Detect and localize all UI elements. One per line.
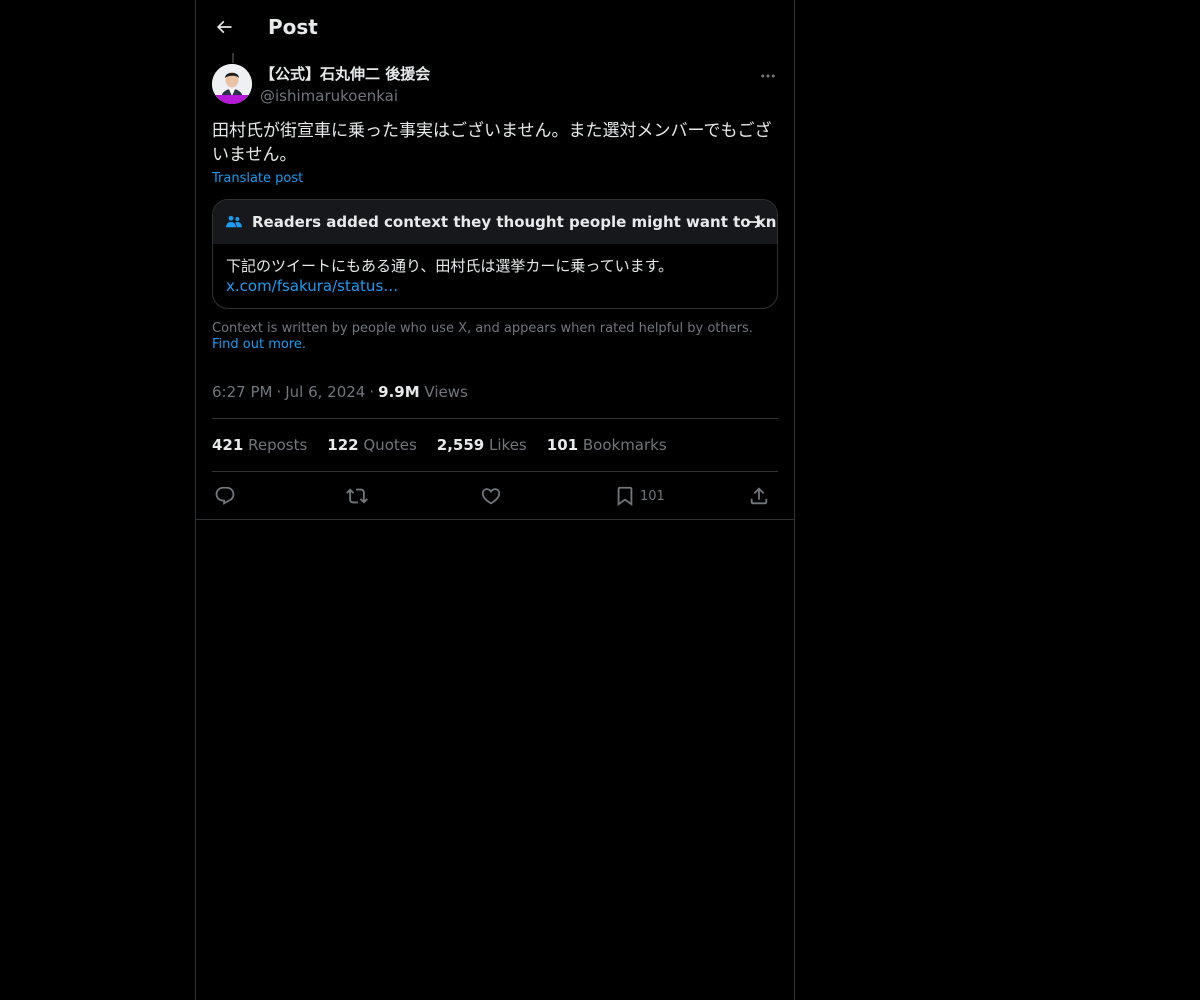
repost-icon xyxy=(346,488,368,504)
bookmark-count: 101 xyxy=(640,488,665,504)
avatar[interactable] xyxy=(212,64,252,104)
more-options-button[interactable] xyxy=(756,64,780,88)
community-note-body: 下記のツイートにもある通り、田村氏は選挙カーに乗っています。 x.com/fsa… xyxy=(226,256,766,296)
stat-reposts[interactable]: 421 Reposts xyxy=(212,435,307,455)
post-meta: 6:27 PM · Jul 6, 2024 · 9.9M Views xyxy=(212,383,468,401)
share-button[interactable] xyxy=(748,484,770,508)
page-title: Post xyxy=(268,15,318,39)
heart-icon xyxy=(481,488,501,505)
reply-button[interactable] xyxy=(214,484,236,508)
community-note-link[interactable]: x.com/fsakura/status… xyxy=(226,276,766,296)
views-label: Views xyxy=(424,383,468,401)
arrow-left-icon xyxy=(216,20,232,34)
community-note-card: Readers added context they thought peopl… xyxy=(212,199,778,309)
arrow-right-icon xyxy=(747,215,763,229)
stat-bookmarks[interactable]: 101 Bookmarks xyxy=(547,435,667,455)
bookmark-icon xyxy=(617,486,633,507)
main-column: Post 【公式】石丸伸二 後援会 @ishimarukoenkai 田村氏が街… xyxy=(195,0,795,1000)
bookmark-button[interactable]: 101 xyxy=(614,484,665,508)
community-note-footnote: Context is written by people who use X, … xyxy=(212,321,778,353)
post-bottom-border xyxy=(196,519,794,520)
top-bar: Post xyxy=(196,0,794,53)
share-icon xyxy=(750,487,768,505)
more-icon xyxy=(761,74,775,78)
like-button[interactable] xyxy=(480,484,502,508)
people-icon xyxy=(226,215,242,228)
stat-quotes[interactable]: 122 Quotes xyxy=(327,435,417,455)
action-bar: 101 xyxy=(212,472,778,520)
thread-connector xyxy=(232,53,234,63)
views-count: 9.9M xyxy=(378,383,420,401)
community-note-text: 下記のツイートにもある通り、田村氏は選挙カーに乗っています。 xyxy=(226,257,674,275)
find-out-more-link[interactable]: Find out more. xyxy=(212,337,306,352)
engagement-stats: 421 Reposts 122 Quotes 2,559 Likes 101 B… xyxy=(212,435,687,455)
back-button[interactable] xyxy=(206,9,242,45)
community-note-header[interactable]: Readers added context they thought peopl… xyxy=(213,200,777,244)
post-date[interactable]: Jul 6, 2024 xyxy=(285,383,365,401)
translate-post-link[interactable]: Translate post xyxy=(212,171,303,187)
author-display-name[interactable]: 【公式】石丸伸二 後援会 xyxy=(260,64,430,84)
author-handle[interactable]: @ishimarukoenkai xyxy=(260,86,398,106)
post-time[interactable]: 6:27 PM xyxy=(212,383,272,401)
divider xyxy=(212,418,778,419)
post-text: 田村氏が街宣車に乗った事実はございません。また選対メンバーでもございません。 xyxy=(212,121,772,165)
footnote-text: Context is written by people who use X, … xyxy=(212,321,753,336)
repost-button[interactable] xyxy=(346,484,368,508)
reply-icon xyxy=(215,486,235,505)
stat-likes[interactable]: 2,559 Likes xyxy=(437,435,527,455)
avatar-portrait-icon xyxy=(212,64,252,104)
community-note-title: Readers added context they thought peopl… xyxy=(252,213,778,231)
